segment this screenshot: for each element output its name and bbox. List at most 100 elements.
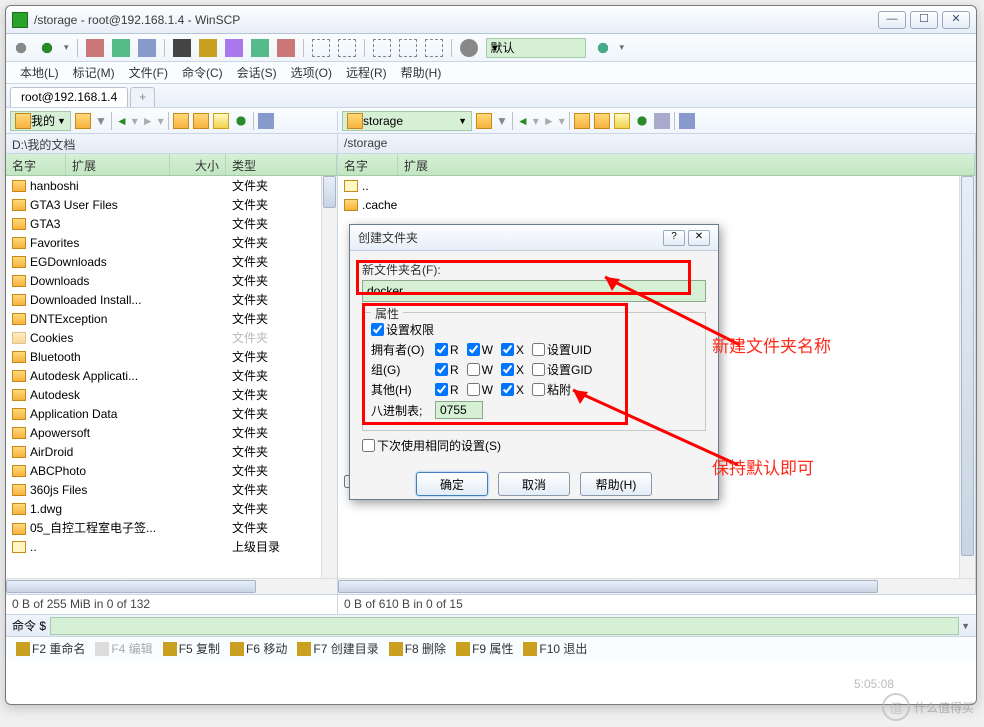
transfer-preset-combo[interactable]: 默认 ▼ xyxy=(486,38,586,58)
remote-drive-combo[interactable]: storage▼ xyxy=(342,111,472,131)
tool-icon-4[interactable] xyxy=(173,39,191,57)
menu-help[interactable]: 帮助(H) xyxy=(395,62,448,83)
fwd-icon[interactable]: ► xyxy=(543,114,555,128)
other-r[interactable]: R xyxy=(435,383,459,397)
sticky[interactable]: 粘附 xyxy=(532,381,571,398)
owner-w[interactable]: W xyxy=(467,343,493,357)
refresh-icon[interactable] xyxy=(634,113,650,129)
list-item[interactable]: Autodesk Applicati...文件夹 xyxy=(6,366,337,385)
group-r[interactable]: R xyxy=(435,363,459,377)
remember-checkbox[interactable]: 下次使用相同的设置(S) xyxy=(362,437,706,454)
back-icon[interactable]: ◄ xyxy=(517,114,529,128)
open-folder-icon[interactable] xyxy=(75,113,91,129)
globe-icon[interactable] xyxy=(594,39,612,57)
settings-icon[interactable] xyxy=(460,39,478,57)
dialog-close-button[interactable]: ✕ xyxy=(688,230,710,246)
root-icon[interactable] xyxy=(193,113,209,129)
col-size[interactable]: 大小 xyxy=(170,154,226,175)
grid-icon-5[interactable] xyxy=(425,39,443,57)
fn-f6[interactable]: F6 移动 xyxy=(226,638,291,659)
list-item[interactable]: Downloaded Install...文件夹 xyxy=(6,290,337,309)
owner-r[interactable]: R xyxy=(435,343,459,357)
list-item[interactable]: AirDroid文件夹 xyxy=(6,442,337,461)
scrollbar[interactable] xyxy=(959,176,975,578)
ok-button[interactable]: 确定 xyxy=(416,472,488,496)
fn-f9[interactable]: F9 属性 xyxy=(452,638,517,659)
list-item[interactable]: ..上级目录 xyxy=(6,537,337,556)
list-item[interactable]: Favorites文件夹 xyxy=(6,233,337,252)
list-item[interactable]: 1.dwg文件夹 xyxy=(6,499,337,518)
home-icon[interactable] xyxy=(614,113,630,129)
cancel-button[interactable]: 取消 xyxy=(498,472,570,496)
list-item[interactable]: ABCPhoto文件夹 xyxy=(6,461,337,480)
list-item[interactable]: hanboshi文件夹 xyxy=(6,176,337,195)
menu-mark[interactable]: 标记(M) xyxy=(67,62,121,83)
help-button[interactable]: 帮助(H) xyxy=(580,472,652,496)
tool-icon-3[interactable] xyxy=(138,39,156,57)
setuid[interactable]: 设置UID xyxy=(532,341,592,358)
fwd-icon[interactable]: ► xyxy=(142,114,154,128)
list-item[interactable]: Downloads文件夹 xyxy=(6,271,337,290)
col-name[interactable]: 名字 xyxy=(6,154,66,175)
col-type[interactable]: 类型 xyxy=(226,154,337,175)
menu-options[interactable]: 选项(O) xyxy=(285,62,338,83)
hscrollbar[interactable] xyxy=(338,578,975,594)
local-drive-combo[interactable]: 我的▼ xyxy=(10,111,71,131)
other-x[interactable]: X xyxy=(501,383,524,397)
scroll-thumb[interactable] xyxy=(961,176,974,556)
folder-name-input[interactable] xyxy=(362,280,706,302)
col-ext[interactable]: 扩展 xyxy=(66,154,170,175)
grid-icon-2[interactable] xyxy=(338,39,356,57)
tool-icon-8[interactable] xyxy=(277,39,295,57)
hscroll-thumb[interactable] xyxy=(338,580,878,593)
minimize-button[interactable]: — xyxy=(878,11,906,29)
list-item[interactable]: DNTException文件夹 xyxy=(6,309,337,328)
dialog-help-button[interactable]: ? xyxy=(663,230,685,246)
col-name[interactable]: 名字 xyxy=(338,154,398,175)
group-w[interactable]: W xyxy=(467,363,493,377)
grid-icon-3[interactable] xyxy=(373,39,391,57)
maximize-button[interactable]: ☐ xyxy=(910,11,938,29)
fn-f5[interactable]: F5 复制 xyxy=(159,638,224,659)
command-input[interactable] xyxy=(50,617,959,635)
list-item[interactable]: GTA3文件夹 xyxy=(6,214,337,233)
open-folder-icon[interactable] xyxy=(476,113,492,129)
tool-icon-6[interactable] xyxy=(225,39,243,57)
other-w[interactable]: W xyxy=(467,383,493,397)
col-ext[interactable]: 扩展 xyxy=(398,154,975,175)
fn-f4[interactable]: F4 编辑 xyxy=(91,638,156,659)
refresh-icon[interactable] xyxy=(233,113,249,129)
group-x[interactable]: X xyxy=(501,363,524,377)
list-item[interactable]: Autodesk文件夹 xyxy=(6,385,337,404)
list-item[interactable]: .. xyxy=(338,176,975,195)
octal-input[interactable] xyxy=(435,401,483,419)
tool-icon-1[interactable] xyxy=(86,39,104,57)
parent-icon[interactable] xyxy=(173,113,189,129)
list-item[interactable]: .cache xyxy=(338,195,975,214)
owner-x[interactable]: X xyxy=(501,343,524,357)
fn-f7[interactable]: F7 创建目录 xyxy=(293,638,382,659)
list-item[interactable]: GTA3 User Files文件夹 xyxy=(6,195,337,214)
tool-icon-5[interactable] xyxy=(199,39,217,57)
fn-f10[interactable]: F10 退出 xyxy=(519,638,591,659)
setgid[interactable]: 设置GID xyxy=(532,361,592,378)
tree-icon[interactable] xyxy=(679,113,695,129)
grid-icon-4[interactable] xyxy=(399,39,417,57)
sync-icon[interactable] xyxy=(38,39,56,57)
list-item[interactable]: Apowersoft文件夹 xyxy=(6,423,337,442)
list-item[interactable]: 05_自控工程室电子签...文件夹 xyxy=(6,518,337,537)
fn-f8[interactable]: F8 删除 xyxy=(385,638,450,659)
list-item[interactable]: 360js Files文件夹 xyxy=(6,480,337,499)
set-permissions-checkbox[interactable]: 设置权限 xyxy=(371,321,697,338)
fn-f2[interactable]: F2 重命名 xyxy=(12,638,89,659)
tree-icon[interactable] xyxy=(258,113,274,129)
back-icon[interactable]: ◄ xyxy=(116,114,128,128)
root-icon[interactable] xyxy=(594,113,610,129)
scrollbar[interactable] xyxy=(321,176,337,578)
tool-icon-2[interactable] xyxy=(112,39,130,57)
menu-command[interactable]: 命令(C) xyxy=(176,62,229,83)
gear-icon[interactable] xyxy=(12,39,30,57)
tool-icon-7[interactable] xyxy=(251,39,269,57)
hscrollbar[interactable] xyxy=(6,578,337,594)
session-tab[interactable]: root@192.168.1.4 xyxy=(10,87,128,107)
